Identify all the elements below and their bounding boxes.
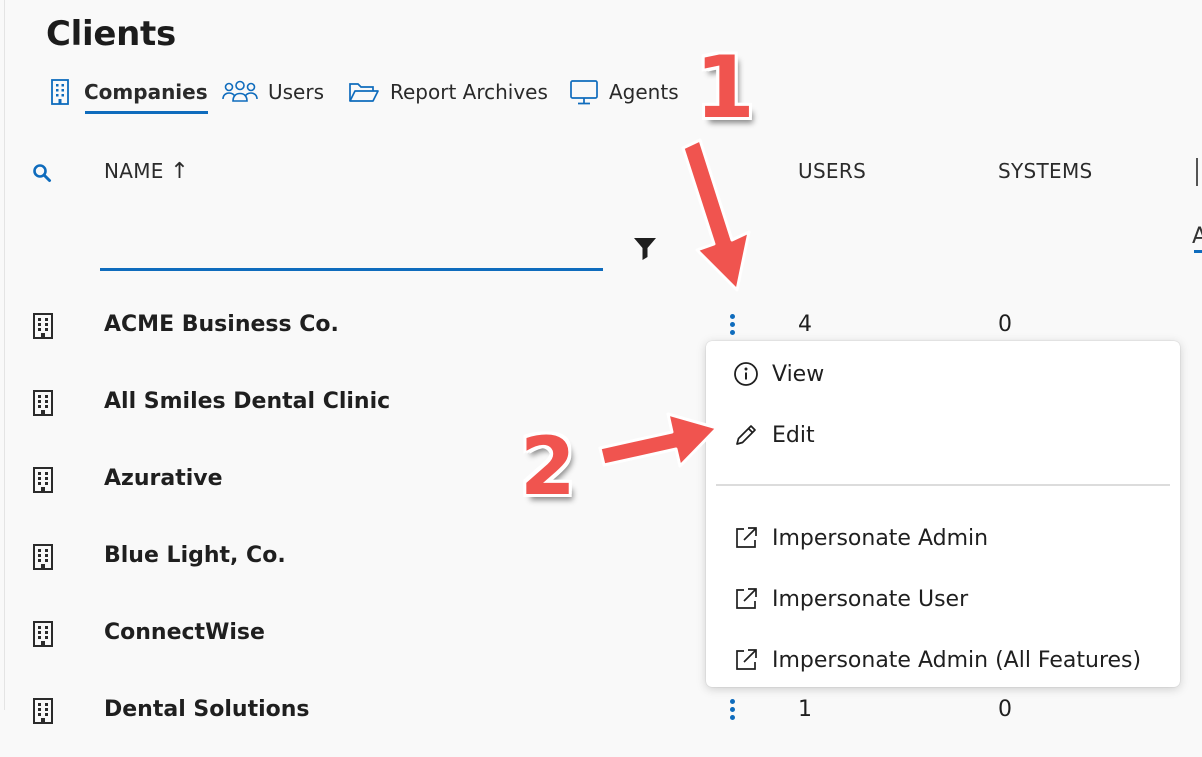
annotation-arrow-1 (598, 138, 751, 468)
step-number-2: 2 (520, 420, 576, 513)
step-number-1: 1 (695, 38, 755, 138)
